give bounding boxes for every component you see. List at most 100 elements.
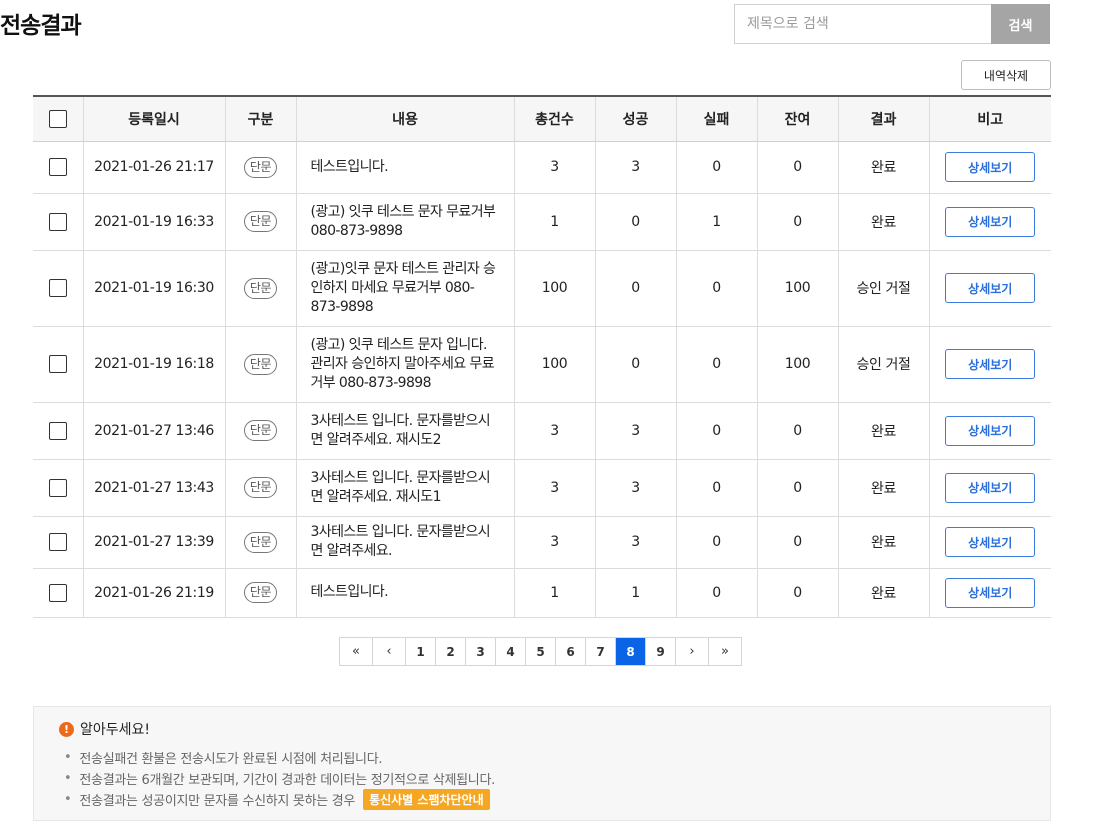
- cell-total: 1: [513, 568, 595, 618]
- row-checkbox[interactable]: [48, 158, 67, 176]
- row-checkbox[interactable]: [48, 533, 67, 551]
- cell-remain: 0: [756, 568, 838, 618]
- cell-content: 테스트입니다.: [295, 141, 514, 194]
- header-note: 비고: [928, 95, 1051, 142]
- detail-button[interactable]: 상세보기: [945, 527, 1036, 557]
- cell-success: 0: [594, 250, 676, 327]
- cell-fail: 0: [675, 516, 757, 569]
- table-row: 2021-01-26 21:17 단문 테스트입니다. 3 3 0 0 완료 상…: [33, 141, 1051, 194]
- detail-button[interactable]: 상세보기: [945, 273, 1036, 303]
- detail-button[interactable]: 상세보기: [945, 349, 1036, 379]
- type-badge: 단문: [243, 211, 278, 232]
- cell-fail: 0: [675, 326, 757, 403]
- type-badge: 단문: [243, 420, 278, 441]
- cell-result: 승인 거절: [837, 326, 929, 403]
- notice-title: 알아두세요!: [80, 722, 151, 738]
- cell-date: 2021-01-19 16:30: [82, 250, 225, 327]
- table-row: 2021-01-27 13:46 단문 3사테스트 입니다. 문자를받으시면 알…: [33, 402, 1051, 460]
- cell-remain: 0: [756, 516, 838, 569]
- cell-date: 2021-01-27 13:43: [82, 459, 225, 517]
- detail-button[interactable]: 상세보기: [945, 577, 1036, 608]
- search-input[interactable]: [734, 4, 991, 44]
- cell-remain: 100: [756, 326, 838, 403]
- select-all-checkbox[interactable]: [48, 109, 67, 128]
- cell-content: 3사테스트 입니다. 문자를받으시면 알려주세요. 재시도2: [295, 402, 514, 460]
- page-5[interactable]: 5: [526, 638, 556, 665]
- delete-history-button[interactable]: 내역삭제: [961, 60, 1051, 90]
- cell-fail: 0: [675, 141, 757, 194]
- cell-date: 2021-01-19 16:18: [82, 326, 225, 403]
- notice-box: ! 알아두세요! 전송실패건 환불은 전송시도가 완료된 시점에 처리됩니다. …: [33, 706, 1051, 821]
- detail-button[interactable]: 상세보기: [945, 152, 1036, 182]
- cell-total: 1: [513, 193, 595, 251]
- header-remain: 잔여: [756, 95, 838, 142]
- cell-fail: 0: [675, 568, 757, 618]
- notice-header: ! 알아두세요!: [59, 719, 150, 739]
- warning-icon: !: [59, 721, 74, 737]
- row-checkbox[interactable]: [48, 355, 67, 373]
- notice-item: 전송실패건 환불은 전송시도가 완료된 시점에 처리됩니다.: [64, 747, 495, 768]
- row-checkbox[interactable]: [48, 279, 67, 297]
- detail-button[interactable]: 상세보기: [945, 415, 1036, 446]
- cell-total: 100: [513, 326, 595, 403]
- header-type: 구분: [224, 95, 296, 142]
- chevron-right-icon[interactable]: ›: [676, 638, 709, 665]
- cell-remain: 0: [756, 141, 838, 194]
- row-checkbox[interactable]: [48, 421, 67, 440]
- table-row: 2021-01-27 13:39 단문 3사테스트 입니다. 문자를받으시면 알…: [33, 516, 1051, 569]
- cell-fail: 0: [675, 459, 757, 517]
- cell-date: 2021-01-27 13:46: [82, 402, 225, 460]
- table-row: 2021-01-27 13:43 단문 3사테스트 입니다. 문자를받으시면 알…: [33, 459, 1051, 517]
- cell-fail: 0: [675, 250, 757, 327]
- page-3[interactable]: 3: [466, 638, 496, 665]
- page-8-current[interactable]: 8: [616, 638, 646, 665]
- table-header-row: 등록일시 구분 내용 총건수 성공 실패 잔여 결과 비고: [33, 95, 1051, 142]
- notice-list: 전송실패건 환불은 전송시도가 완료된 시점에 처리됩니다. 전송결과는 6개월…: [64, 747, 495, 810]
- cell-date: 2021-01-19 16:33: [82, 193, 225, 251]
- page-1[interactable]: 1: [406, 638, 436, 665]
- double-chevron-left-icon[interactable]: «: [340, 638, 373, 665]
- row-checkbox[interactable]: [48, 478, 67, 497]
- cell-success: 1: [594, 568, 676, 618]
- cell-result: 완료: [837, 568, 929, 618]
- search-button[interactable]: 검색: [991, 4, 1050, 44]
- header-content: 내용: [295, 95, 514, 142]
- detail-button[interactable]: 상세보기: [945, 472, 1036, 503]
- cell-result: 승인 거절: [837, 250, 929, 327]
- page-4[interactable]: 4: [496, 638, 526, 665]
- cell-success: 3: [594, 402, 676, 460]
- cell-fail: 1: [675, 193, 757, 251]
- row-checkbox[interactable]: [48, 583, 67, 602]
- cell-remain: 100: [756, 250, 838, 327]
- page-9[interactable]: 9: [646, 638, 676, 665]
- table-row: 2021-01-19 16:30 단문 (광고)잇쿠 문자 테스트 관리자 승인…: [33, 250, 1051, 327]
- row-checkbox[interactable]: [48, 212, 67, 231]
- notice-item: 전송결과는 6개월간 보관되며, 기간이 경과한 데이터는 정기적으로 삭제됩니…: [64, 768, 495, 789]
- header-fail: 실패: [675, 95, 757, 142]
- double-chevron-right-icon[interactable]: »: [709, 638, 742, 665]
- cell-content: 3사테스트 입니다. 문자를받으시면 알려주세요. 재시도1: [295, 459, 514, 517]
- cell-date: 2021-01-26 21:17: [82, 141, 225, 194]
- cell-success: 0: [594, 326, 676, 403]
- cell-result: 완료: [837, 141, 929, 194]
- cell-success: 3: [594, 141, 676, 194]
- page-6[interactable]: 6: [556, 638, 586, 665]
- detail-button[interactable]: 상세보기: [945, 206, 1036, 237]
- pagination: « ‹ 1 2 3 4 5 6 7 8 9 › »: [339, 637, 742, 666]
- cell-total: 3: [513, 141, 595, 194]
- page-2[interactable]: 2: [436, 638, 466, 665]
- chevron-left-icon[interactable]: ‹: [373, 638, 406, 665]
- header-date: 등록일시: [82, 95, 225, 142]
- cell-total: 3: [513, 516, 595, 569]
- cell-success: 3: [594, 459, 676, 517]
- spam-block-guide-button[interactable]: 통신사별 스팸차단안내: [363, 789, 490, 810]
- table-row: 2021-01-19 16:33 단문 (광고) 잇쿠 테스트 문자 무료거부 …: [33, 193, 1051, 251]
- cell-success: 0: [594, 193, 676, 251]
- type-badge: 단문: [243, 531, 278, 553]
- cell-result: 완료: [837, 193, 929, 251]
- page-title: 전송결과: [0, 13, 82, 39]
- notice-item: 전송결과는 성공이지만 문자를 수신하지 못하는 경우통신사별 스팸차단안내: [64, 789, 495, 810]
- cell-remain: 0: [756, 193, 838, 251]
- page-7[interactable]: 7: [586, 638, 616, 665]
- type-badge: 단문: [243, 277, 278, 299]
